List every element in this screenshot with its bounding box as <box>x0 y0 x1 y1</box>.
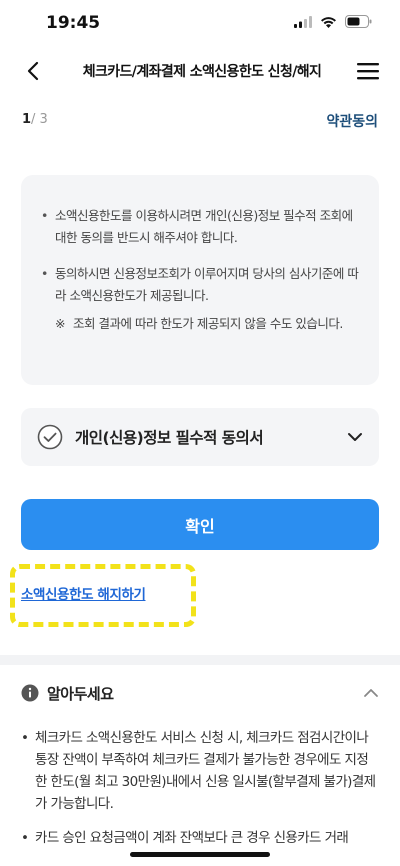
notice-box: 소액신용한도를 이용하시려면 개인(신용)정보 필수적 조회에 대한 동의를 반… <box>21 175 379 385</box>
subnote-text: 조회 결과에 따라 한도가 제공되지 않을 수도 있습니다. <box>73 316 343 331</box>
info-list: 체크카드 소액신용한도 서비스 신청 시, 체크카드 점검시간이나 통장 잔액이… <box>21 727 379 849</box>
step-current: 1 <box>22 112 32 127</box>
home-indicator <box>130 852 270 857</box>
chevron-up-icon[interactable] <box>363 688 379 698</box>
section-divider <box>0 655 400 665</box>
agreement-label: 개인(신용)정보 필수적 동의서 <box>75 429 264 447</box>
status-bar: 19:45 <box>0 0 400 48</box>
wifi-icon <box>321 16 336 28</box>
terms-agreement-label: 약관동의 <box>326 114 378 130</box>
menu-button[interactable] <box>356 60 380 82</box>
info-header[interactable]: 알아두세요 <box>21 680 379 706</box>
signal-icon <box>294 15 312 28</box>
info-item: 체크카드 소액신용한도 서비스 신청 시, 체크카드 점검시간이나 통장 잔액이… <box>21 727 379 815</box>
info-icon <box>21 684 39 702</box>
notice-bullet: 동의하시면 신용정보조회가 이루어지며 당사의 심사기준에 따라 소액신용한도가… <box>41 263 359 307</box>
agreement-row[interactable]: 개인(신용)정보 필수적 동의서 <box>21 408 379 466</box>
cancel-credit-limit-link[interactable]: 소액신용한도 해지하기 <box>21 583 146 603</box>
confirm-button[interactable]: 확인 <box>21 499 379 550</box>
notice-subnote: ※ 조회 결과에 따라 한도가 제공되지 않을 수도 있습니다. <box>41 313 359 335</box>
page-title: 체크카드/계좌결제 소액신용한도 신청/해지 <box>82 64 322 80</box>
chevron-down-icon[interactable] <box>347 432 363 442</box>
check-circle-icon[interactable] <box>37 424 63 450</box>
step-total: / 3 <box>31 112 48 127</box>
info-item: 카드 승인 요청금액이 계좌 잔액보다 큰 경우 신용카드 거래 <box>21 827 379 849</box>
hamburger-icon <box>357 63 379 80</box>
step-indicator: 1/ 3 <box>22 112 48 127</box>
status-icons <box>294 15 372 28</box>
note-mark: ※ <box>55 316 65 331</box>
battery-icon <box>345 15 372 28</box>
notice-bullet: 소액신용한도를 이용하시려면 개인(신용)정보 필수적 조회에 대한 동의를 반… <box>41 205 359 249</box>
nav-bar: 체크카드/계좌결제 소액신용한도 신청/해지 <box>0 48 400 94</box>
info-title: 알아두세요 <box>47 684 114 703</box>
status-time: 19:45 <box>46 13 101 33</box>
